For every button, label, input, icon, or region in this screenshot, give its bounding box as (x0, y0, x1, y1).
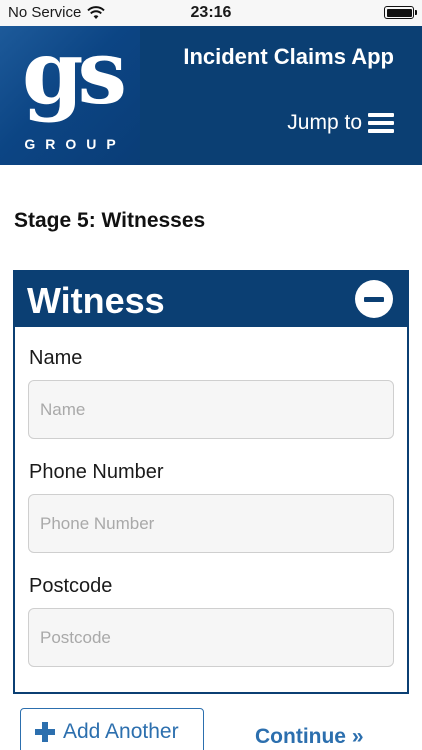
logo-wordmark: GROUP (24, 136, 126, 152)
phone-number-label: Phone Number (29, 461, 164, 483)
app-title: Incident Claims App (183, 44, 394, 69)
clock: 23:16 (190, 4, 232, 21)
add-another-button[interactable]: Add Another (20, 708, 204, 750)
phone-number-input[interactable] (28, 494, 394, 553)
minus-circle-icon[interactable] (355, 280, 393, 318)
stage-title: Stage 5: Witnesses (14, 209, 206, 232)
jump-to-label: Jump to (287, 111, 362, 134)
gs-group-logo[interactable]: gs GROUP (0, 26, 140, 165)
app-header: gs GROUP Incident Claims App Jump to (0, 26, 422, 165)
name-label: Name (29, 347, 83, 369)
hamburger-menu-icon (368, 113, 394, 133)
witness-panel-header[interactable]: Witness (15, 272, 407, 327)
continue-link[interactable]: Continue » (255, 725, 364, 749)
witness-panel-title: Witness (27, 280, 165, 321)
witness-panel: Witness Name Phone Number Postcode (13, 270, 409, 694)
postcode-label: Postcode (29, 575, 113, 597)
postcode-input[interactable] (28, 608, 394, 667)
add-another-label: Add Another (63, 720, 179, 743)
jump-to-menu-button[interactable]: Jump to (287, 111, 394, 135)
status-bar: No Service 23:16 (0, 0, 422, 26)
battery-icon (384, 6, 417, 19)
plus-icon (35, 722, 55, 742)
logo-mark: gs (22, 26, 127, 124)
name-input[interactable] (28, 380, 394, 439)
